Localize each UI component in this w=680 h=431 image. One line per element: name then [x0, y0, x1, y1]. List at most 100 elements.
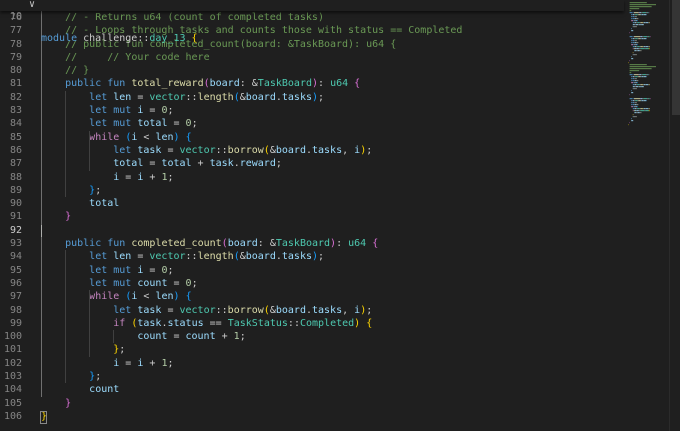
- minimap-mark: [629, 2, 647, 4]
- line-number: 99: [9, 317, 22, 329]
- code-token: {: [185, 131, 192, 143]
- line-code: i = i + 1;: [41, 171, 173, 184]
- line-number: 106: [3, 410, 22, 422]
- code-line[interactable]: 85 while (i < len) {: [0, 131, 624, 144]
- code-token: len: [113, 91, 132, 103]
- scrollbar-thumb[interactable]: [672, 0, 680, 115]
- minimap-mark: [631, 78, 633, 80]
- code-line[interactable]: 82 let len = vector::length(&board.tasks…: [0, 91, 624, 104]
- minimap-mark: [638, 100, 641, 102]
- code-line[interactable]: 102 i = i + 1;: [0, 357, 624, 370]
- code-token: ::: [137, 33, 150, 44]
- code-token: ::: [215, 304, 228, 316]
- minimap-mark: [634, 14, 636, 16]
- code-token: =: [143, 264, 162, 276]
- code-token: ;: [119, 344, 126, 356]
- code-line[interactable]: 106}: [0, 410, 624, 423]
- minimap-mark: [635, 38, 638, 40]
- code-token: <: [137, 131, 156, 143]
- code-line[interactable]: 99 if (task.status == TaskStatus::Comple…: [0, 317, 624, 330]
- minimap-mark: [640, 46, 643, 48]
- minimap-mark: [629, 68, 652, 70]
- code-lines[interactable]: 76 // - Returns u64 (count of completed …: [0, 11, 624, 423]
- minimap-mark: [636, 22, 638, 24]
- line-number: 98: [9, 304, 22, 316]
- minimap-mark: [632, 38, 634, 40]
- minimap-mark: [632, 80, 634, 82]
- minimap-mark: [632, 12, 634, 14]
- code-editor[interactable]: 10 ∨ module challenge::day_13 { 76 // - …: [0, 0, 680, 431]
- minimap-mark: [635, 82, 637, 84]
- code-line[interactable]: 100 count = count + 1;: [0, 330, 624, 343]
- minimap-mark: [629, 12, 632, 14]
- code-line[interactable]: 103 };: [0, 370, 624, 383]
- minimap-mark: [632, 24, 635, 26]
- code-line[interactable]: 104 count: [0, 383, 624, 396]
- minimap-mark: [629, 8, 640, 10]
- minimap-mark: [632, 102, 634, 104]
- code-line[interactable]: 97 while (i < len) {: [0, 290, 624, 303]
- code-token: ::: [215, 144, 228, 156]
- code-line[interactable]: 90 total: [0, 197, 624, 210]
- indent-guide: [41, 11, 42, 397]
- minimap-mark: [637, 14, 639, 16]
- minimap-mark: [644, 100, 646, 102]
- code-line[interactable]: 96 let mut count = 0;: [0, 277, 624, 290]
- code-token: ::: [185, 251, 198, 263]
- minimap-mark: [638, 86, 640, 88]
- minimap-mark: [636, 18, 638, 20]
- code-token: :: [318, 78, 331, 90]
- minimap-mark: [636, 50, 638, 52]
- code-token: mut: [113, 277, 132, 289]
- code-line[interactable]: 92: [0, 224, 624, 237]
- code-line[interactable]: 84 let mut total = 0;: [0, 117, 624, 130]
- line-code: };: [41, 343, 125, 356]
- code-token: public: [65, 238, 102, 250]
- code-line[interactable]: 80 // }: [0, 64, 624, 77]
- minimap-mark: [632, 108, 634, 110]
- code-token: let: [89, 105, 108, 117]
- minimap-mark: [634, 102, 636, 104]
- minimap-mark: [647, 12, 649, 14]
- minimap-mark: [641, 100, 644, 102]
- code-line[interactable]: 98 let task = vector::borrow(&board.task…: [0, 304, 624, 317]
- minimap-mark: [637, 38, 639, 40]
- minimap-mark: [645, 110, 649, 112]
- sticky-scroll-header[interactable]: 10 ∨ module challenge::day_13 {: [0, 0, 624, 44]
- code-line[interactable]: 95 let mut i = 0;: [0, 264, 624, 277]
- code-token: TaskStatus: [227, 317, 288, 329]
- code-line[interactable]: 94 let len = vector::length(&board.tasks…: [0, 250, 624, 263]
- code-line[interactable]: 79 // // Your code here: [0, 51, 624, 64]
- minimap-mark: [644, 48, 646, 50]
- code-line[interactable]: 101 };: [0, 343, 624, 356]
- line-code: public fun total_reward(board: &TaskBoar…: [41, 77, 360, 90]
- minimap-mark: [645, 48, 649, 50]
- code-line[interactable]: 89 };: [0, 184, 624, 197]
- code-line[interactable]: 87 total = total + task.reward;: [0, 157, 624, 170]
- chevron-down-icon[interactable]: ∨: [29, 0, 35, 10]
- minimap[interactable]: [626, 0, 668, 431]
- code-line[interactable]: 105 }: [0, 397, 624, 410]
- vertical-scrollbar[interactable]: [669, 0, 680, 431]
- code-line[interactable]: 93 public fun completed_count(board: &Ta…: [0, 237, 624, 250]
- code-token: +: [143, 357, 162, 369]
- minimap-mark: [646, 46, 648, 48]
- code-line[interactable]: 91 }: [0, 210, 624, 223]
- minimap-mark: [644, 14, 646, 16]
- minimap-mark: [647, 98, 649, 100]
- minimap-mark: [629, 10, 632, 12]
- line-number: 10: [9, 11, 22, 22]
- code-line[interactable]: 81 public fun total_reward(board: &TaskB…: [0, 77, 624, 90]
- code-line[interactable]: 83 let mut i = 0;: [0, 104, 624, 117]
- minimap-mark: [641, 74, 643, 76]
- code-token: fun: [107, 238, 126, 250]
- code-line[interactable]: 86 let task = vector::borrow(&board.task…: [0, 144, 624, 157]
- minimap-mark: [634, 76, 636, 78]
- minimap-mark: [636, 46, 638, 48]
- code-line[interactable]: 76 // - Returns u64 (count of completed …: [0, 11, 624, 24]
- line-number: 84: [9, 118, 22, 130]
- minimap-mark: [632, 110, 634, 112]
- code-line[interactable]: 88 i = i + 1;: [0, 171, 624, 184]
- code-token: Completed: [299, 317, 355, 329]
- minimap-mark: [634, 12, 639, 14]
